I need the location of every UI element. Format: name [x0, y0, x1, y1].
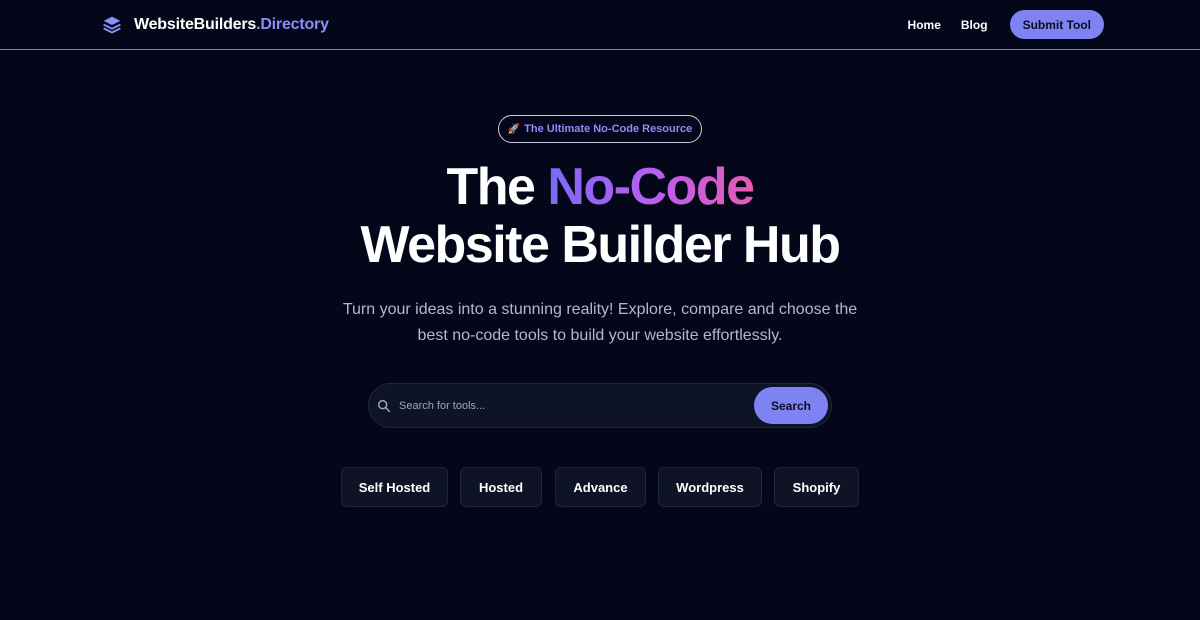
- category-chip-shopify[interactable]: Shopify: [774, 467, 859, 507]
- layers-icon: [103, 16, 121, 34]
- search-button[interactable]: Search: [754, 387, 828, 424]
- brand-name-suffix: Directory: [260, 16, 329, 33]
- hero-subtitle-line-2: best no-code tools to build your website…: [417, 327, 783, 344]
- submit-tool-button[interactable]: Submit Tool: [1009, 10, 1104, 39]
- category-chip-advance[interactable]: Advance: [555, 467, 646, 507]
- nav-link-blog[interactable]: Blog: [961, 18, 988, 32]
- hero-title-line-2: Website Builder Hub: [360, 216, 841, 274]
- search-input[interactable]: [392, 384, 754, 427]
- brand-name-primary: WebsiteBuilders: [134, 16, 257, 33]
- brand-logo-link[interactable]: WebsiteBuilders.Directory: [102, 13, 329, 37]
- top-navbar: WebsiteBuilders.Directory Home Blog Subm…: [0, 0, 1200, 50]
- hero-badge-text: The Ultimate No-Code Resource: [524, 123, 693, 135]
- brand-name: WebsiteBuilders.Directory: [134, 16, 329, 34]
- category-chip-self-hosted[interactable]: Self Hosted: [341, 467, 448, 507]
- rocket-icon: 🚀: [507, 123, 521, 135]
- search-icon: [377, 399, 391, 412]
- hero-title-prefix: The: [446, 158, 548, 216]
- category-chip-wordpress[interactable]: Wordpress: [658, 467, 762, 507]
- hero-badge: 🚀 The Ultimate No-Code Resource: [498, 115, 702, 143]
- hero-section: 🚀 The Ultimate No-Code Resource The No-C…: [0, 50, 1200, 620]
- hero-subtitle: Turn your ideas into a stunning reality!…: [330, 297, 870, 349]
- category-chip-hosted[interactable]: Hosted: [460, 467, 542, 507]
- hero-title: The No-Code Website Builder Hub: [0, 158, 1200, 274]
- hero-title-highlight: No-Code: [547, 158, 755, 216]
- search-bar: Search: [368, 383, 832, 428]
- nav-links: Home Blog Submit Tool: [908, 10, 1104, 39]
- hero-subtitle-line-1: Turn your ideas into a stunning reality!…: [342, 301, 858, 318]
- hero-title-line-1: The No-Code: [0, 158, 1200, 216]
- nav-link-home[interactable]: Home: [908, 18, 941, 32]
